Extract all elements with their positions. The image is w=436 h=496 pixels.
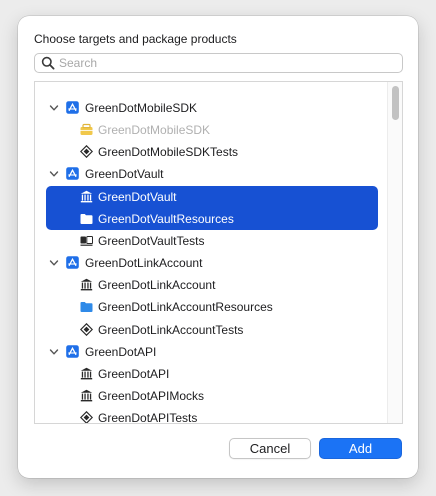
tree-item-label: GreenDotVault [85,167,164,182]
add-button[interactable]: Add [319,438,402,459]
cancel-button[interactable]: Cancel [229,438,311,459]
folder-icon [80,212,93,225]
tree-item-row[interactable]: GreenDotVault [46,185,378,208]
tree-item-row[interactable]: GreenDotAPITests [35,407,387,424]
search-input[interactable] [59,55,389,71]
library-icon [80,190,93,203]
tree-item-row[interactable]: GreenDotMobileSDK [35,119,387,141]
chevron-down-icon[interactable] [49,169,59,179]
tree-item-row[interactable]: GreenDotAPI [35,363,387,385]
tree-item-label: GreenDotMobileSDK [98,123,211,138]
tree-item-label: GreenDotMobileSDKTests [98,145,239,160]
library-icon [80,389,93,402]
search-icon [41,56,55,70]
tree-item-label: GreenDotLinkAccountTests [98,322,244,337]
tree-item-row[interactable]: GreenDotVaultTests [35,230,387,252]
tree-item-row[interactable]: GreenDotLinkAccountResources [35,296,387,318]
project-icon [66,256,79,269]
tree-item-label: GreenDotLinkAccount [98,278,216,293]
library-icon [80,367,93,380]
search-field[interactable] [34,53,403,73]
tree-item-label: GreenDotVault [98,189,177,204]
tree-item-label: GreenDotAPI [98,366,170,381]
tree-group-row[interactable]: GreenDotVault [35,163,387,185]
library-icon [80,278,93,291]
project-icon [66,344,79,358]
tree-item-label: GreenDotAPIMocks [98,388,205,403]
tree-group-row[interactable]: GreenDotLinkAccount [35,252,387,274]
app-icon [80,234,93,247]
scrollbar-thumb[interactable] [392,86,399,120]
tree-item-label: GreenDotAPI [85,344,157,359]
tree-item-label: GreenDotMobileSDK [85,101,198,115]
test-icon [79,145,94,159]
dialog-title: Choose targets and package products [34,32,237,46]
folder-icon [80,300,93,313]
tree-item-row[interactable]: GreenDotLinkAccountTests [35,319,387,341]
choose-targets-dialog: Choose targets and package products Gree… [18,16,418,478]
chevron-down-icon[interactable] [49,103,59,113]
chevron-down-icon[interactable] [49,347,59,357]
tree-item-label: GreenDotVaultTests [98,233,205,248]
targets-list[interactable]: GreenDotMobileSDK GreenDotMobileSDK Gree… [34,81,403,424]
tree-item-label: GreenDotLinkAccount [85,256,203,270]
tree-item-row[interactable]: GreenDotVaultResources [46,207,378,230]
project-icon [66,167,79,181]
tree-item-label: GreenDotAPITests [98,411,198,424]
test-icon [79,322,94,336]
test-icon [79,411,94,423]
tree-item-row[interactable]: GreenDotMobileSDKTests [35,141,387,163]
tree-item-label: GreenDotVaultResources [98,211,234,226]
tree-item-row[interactable]: GreenDotLinkAccount [35,274,387,296]
chevron-down-icon[interactable] [49,258,59,268]
tree-item-row[interactable]: GreenDotAPIMocks [35,385,387,407]
vertical-scrollbar[interactable] [387,82,402,423]
tree-group-row[interactable]: GreenDotMobileSDK [35,97,387,119]
tree-group-row[interactable]: GreenDotAPI [35,341,387,363]
bundle-icon [80,123,93,136]
tree-item-label: GreenDotLinkAccountResources [98,300,273,315]
project-icon [66,101,79,114]
